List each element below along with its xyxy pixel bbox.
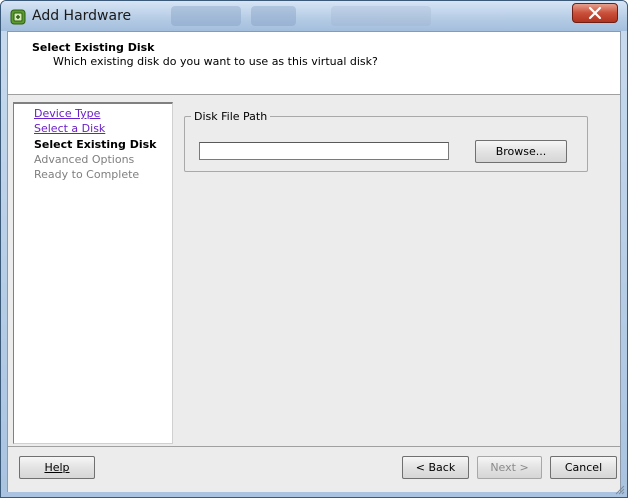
step-select-a-disk[interactable]: Select a Disk xyxy=(34,122,105,135)
help-button-label: Help xyxy=(44,461,70,474)
disk-file-path-input[interactable] xyxy=(199,142,449,160)
wizard-content-panel: Disk File Path Browse... xyxy=(177,102,620,444)
dialog-client-area: Select Existing Disk Which existing disk… xyxy=(7,31,621,492)
step-select-existing-disk: Select Existing Disk xyxy=(34,138,157,151)
next-button: Next > xyxy=(477,456,542,479)
resize-grip-icon[interactable] xyxy=(613,483,625,495)
titlebar-background-blur xyxy=(171,6,241,26)
back-button[interactable]: < Back xyxy=(402,456,469,479)
titlebar-background-blur xyxy=(251,6,296,26)
add-hardware-window: Add Hardware Select Existing Disk Which … xyxy=(0,0,628,498)
step-ready-to-complete: Ready to Complete xyxy=(34,168,140,181)
page-subtitle: Which existing disk do you want to use a… xyxy=(53,55,378,68)
wizard-steps-panel: Device Type Select a Disk Select Existin… xyxy=(13,102,173,444)
page-title: Select Existing Disk xyxy=(32,41,155,54)
wizard-header: Select Existing Disk Which existing disk… xyxy=(8,32,620,95)
window-title: Add Hardware xyxy=(32,8,132,24)
help-button[interactable]: Help xyxy=(19,456,95,479)
browse-button[interactable]: Browse... xyxy=(475,140,567,163)
wizard-footer: Help < Back Next > Cancel xyxy=(8,446,620,492)
step-device-type[interactable]: Device Type xyxy=(34,107,100,120)
close-icon xyxy=(588,6,602,20)
cancel-button[interactable]: Cancel xyxy=(550,456,617,479)
close-button[interactable] xyxy=(572,3,618,23)
disk-file-path-legend: Disk File Path xyxy=(194,110,268,123)
title-bar[interactable]: Add Hardware xyxy=(1,1,627,31)
titlebar-background-blur xyxy=(331,6,431,26)
disk-file-path-group: Disk File Path Browse... xyxy=(184,110,588,172)
step-advanced-options: Advanced Options xyxy=(34,153,135,166)
add-hardware-icon xyxy=(10,9,26,25)
